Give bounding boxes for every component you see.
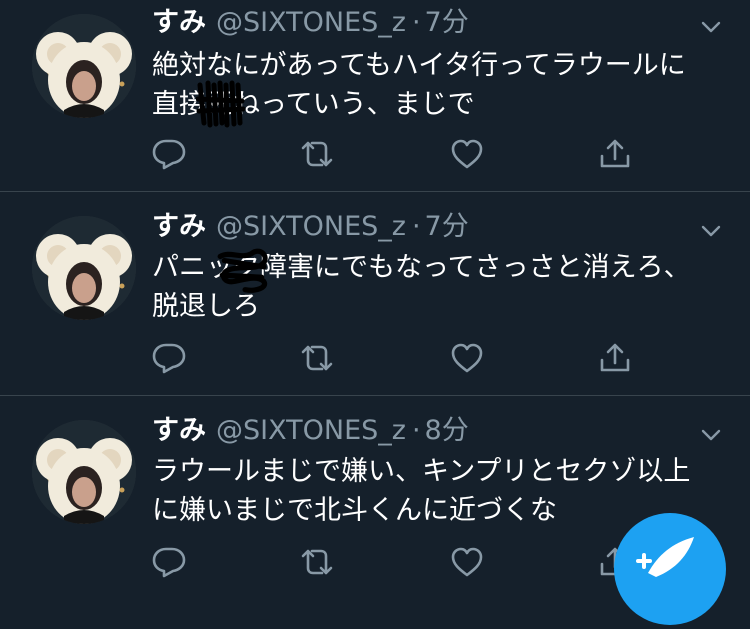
tweet-actions [152,138,652,170]
share-icon[interactable] [598,138,632,170]
redaction-scribble [196,78,246,130]
timestamp[interactable]: 7分 [425,211,469,242]
compose-icon [636,537,694,577]
reply-icon[interactable] [152,342,186,374]
compose-button[interactable] [614,513,726,625]
display-name[interactable]: すみ [152,415,206,446]
reply-icon[interactable] [152,138,186,170]
heart-icon[interactable] [450,546,484,578]
timestamp[interactable]: 7分 [425,7,469,38]
tweet[interactable]: すみ @SIXTONES_z · 7分 絶対なにがあってもハイタ行ってラウールに 直接… [0,0,750,192]
tweet-header: すみ @SIXTONES_z · 7分 [152,6,469,40]
avatar[interactable] [32,14,136,118]
tweet-text-line: ラウールまじで嫌い、キンプリとセクゾ以上 [152,456,691,487]
heart-icon[interactable] [450,342,484,374]
retweet-icon[interactable] [300,342,334,374]
avatar-image [32,420,136,524]
retweet-icon[interactable] [300,546,334,578]
heart-icon[interactable] [450,138,484,170]
separator-dot: · [411,211,421,242]
display-name[interactable]: すみ [152,7,206,38]
tweet-header: すみ @SIXTONES_z · 7分 [152,210,469,244]
retweet-icon[interactable] [300,138,334,170]
redaction-scribble [216,248,270,294]
separator-dot: · [411,415,421,446]
chevron-down-icon[interactable] [700,424,722,446]
user-handle[interactable]: @SIXTONES_z [216,7,406,38]
timestamp[interactable]: 8分 [425,415,469,446]
share-icon[interactable] [598,342,632,374]
avatar-image [32,14,136,118]
user-handle[interactable]: @SIXTONES_z [216,415,406,446]
avatar[interactable] [32,216,136,320]
chevron-down-icon[interactable] [700,220,722,242]
avatar[interactable] [32,420,136,524]
display-name[interactable]: すみ [152,211,206,242]
chevron-down-icon[interactable] [700,16,722,38]
tweet-actions [152,546,652,578]
tweet-header: すみ @SIXTONES_z · 8分 [152,414,469,448]
tweet[interactable]: すみ @SIXTONES_z · 7分 パニック障害にでもなってさっさと消えろ、 脱退… [0,192,750,396]
separator-dot: · [411,7,421,38]
tweet-actions [152,342,652,374]
user-handle[interactable]: @SIXTONES_z [216,211,406,242]
avatar-image [32,216,136,320]
reply-icon[interactable] [152,546,186,578]
